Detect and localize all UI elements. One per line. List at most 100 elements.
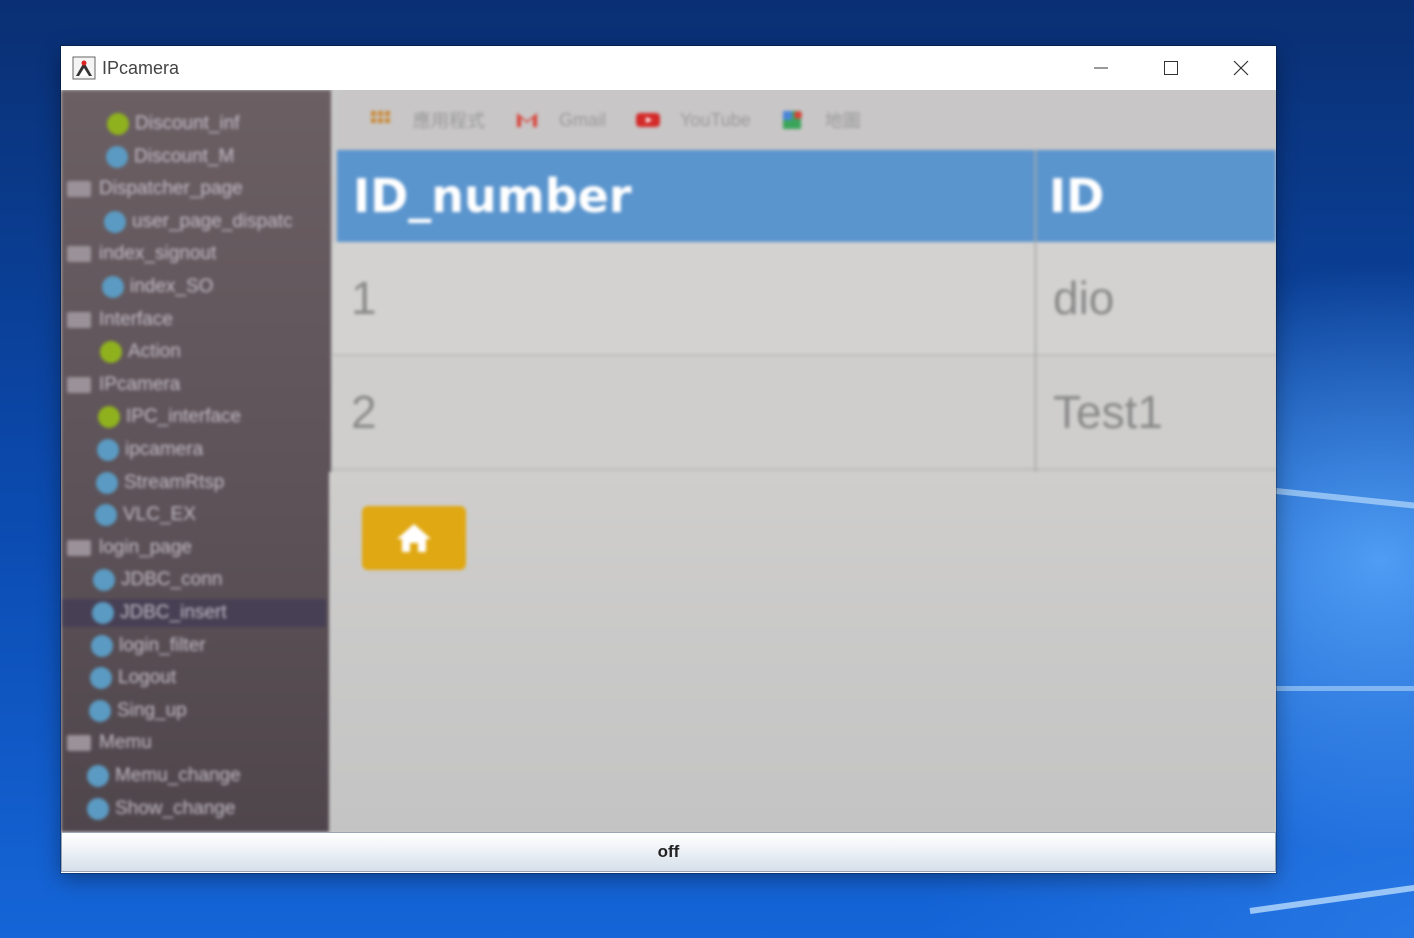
table-row: 1 dio bbox=[333, 242, 1276, 356]
bookmark-apps: 應用程式 bbox=[369, 107, 485, 133]
tree-item: user_page_dispatc bbox=[104, 208, 293, 236]
bookmark-youtube: YouTube bbox=[636, 110, 751, 131]
wallpaper-light-beam bbox=[1276, 686, 1414, 691]
apps-grid-icon bbox=[371, 111, 390, 123]
browser-bookmarks-bar: 應用程式 Gmail YouTube 地圖 bbox=[339, 90, 1276, 150]
folder-icon bbox=[67, 311, 91, 328]
tree-item: Memu bbox=[67, 729, 152, 757]
file-icon bbox=[93, 569, 115, 592]
table-row: 2 Test1 bbox=[333, 356, 1276, 470]
off-button[interactable]: off bbox=[61, 832, 1276, 872]
tree-item: ipcamera bbox=[97, 436, 203, 464]
tree-item: StreamRtsp bbox=[96, 469, 224, 497]
folder-icon bbox=[67, 735, 91, 752]
tree-item: login_filter bbox=[91, 632, 206, 660]
table-header: ID_number ID bbox=[337, 150, 1276, 242]
tree-item: Memu_change bbox=[87, 762, 241, 790]
gmail-icon bbox=[517, 113, 537, 127]
tree-item: Discount_inf bbox=[107, 110, 240, 138]
file-icon bbox=[100, 341, 122, 364]
file-icon bbox=[96, 471, 118, 494]
wallpaper-light-beam bbox=[1249, 884, 1414, 914]
tree-item: Show_change bbox=[87, 795, 235, 823]
ide-project-tree: Discount_inf Discount_M Dispatcher_pageuse… bbox=[61, 90, 331, 832]
file-icon bbox=[97, 439, 119, 461]
tree-item-label: index_SO bbox=[130, 276, 214, 297]
home-icon bbox=[397, 524, 431, 552]
file-icon bbox=[87, 765, 109, 787]
tree-item: Logout bbox=[90, 664, 176, 692]
file-icon bbox=[95, 504, 117, 527]
tree-item-label: user_page_dispatc bbox=[132, 210, 293, 232]
tree-item: Discount_M bbox=[106, 143, 234, 171]
folder-icon bbox=[67, 246, 91, 263]
table-cell: 1 bbox=[351, 272, 377, 324]
file-icon bbox=[87, 797, 109, 820]
tree-item-label: login_page bbox=[99, 536, 192, 558]
tree-item: Sing_up bbox=[89, 697, 187, 725]
tree-item-label: Memu_change bbox=[115, 765, 241, 786]
tree-item-label: Logout bbox=[118, 667, 177, 689]
tree-item-label: login_filter bbox=[119, 634, 206, 656]
file-icon bbox=[106, 145, 128, 168]
file-icon bbox=[91, 634, 113, 657]
ipcamera-window: IPcamera Discount_inf Discount_M Dispatche… bbox=[61, 46, 1276, 873]
tree-item: Action bbox=[100, 338, 181, 366]
tree-item: JDBC_conn bbox=[93, 566, 222, 594]
wallpaper-light-beam bbox=[1275, 488, 1414, 511]
bookmark-label: Gmail bbox=[559, 109, 607, 130]
title-bar[interactable]: IPcamera bbox=[61, 46, 1276, 90]
file-icon bbox=[89, 699, 111, 722]
tree-item-label: index_signout bbox=[99, 243, 217, 265]
tree-item-label: Memu bbox=[99, 732, 152, 754]
tree-item: index_SO bbox=[102, 273, 213, 301]
file-icon bbox=[90, 667, 112, 690]
file-icon bbox=[104, 210, 126, 233]
tree-item-label: Discount_M bbox=[134, 145, 235, 167]
bookmark-label: YouTube bbox=[680, 109, 751, 130]
tree-item-label: Show_change bbox=[115, 797, 236, 819]
column-divider bbox=[1034, 150, 1037, 472]
tree-item: JDBC_insert bbox=[61, 599, 326, 627]
table-cell: Test1 bbox=[1053, 386, 1163, 438]
maximize-button[interactable] bbox=[1136, 46, 1206, 90]
minimize-icon bbox=[1094, 67, 1108, 69]
bookmark-maps: 地圖 bbox=[781, 107, 861, 133]
camera-image: Discount_inf Discount_M Dispatcher_pageuse… bbox=[61, 90, 1276, 832]
minimize-button[interactable] bbox=[1066, 46, 1136, 90]
webpage-background bbox=[329, 472, 1276, 832]
tree-item-label: IPcamera bbox=[99, 373, 181, 395]
tree-item: Dispatcher_page bbox=[67, 175, 243, 203]
window-title: IPcamera bbox=[102, 57, 180, 78]
folder-icon bbox=[67, 181, 91, 198]
table-cell: 2 bbox=[351, 386, 377, 438]
tree-item-label: JDBC_insert bbox=[120, 602, 227, 623]
tree-item-label: Dispatcher_page bbox=[99, 178, 243, 200]
column-header-id: ID bbox=[1049, 169, 1105, 223]
java-duke-icon bbox=[72, 56, 96, 80]
tree-item: index_signout bbox=[67, 240, 216, 268]
folder-icon bbox=[67, 539, 91, 556]
tree-item-label: Discount_inf bbox=[135, 113, 240, 134]
tree-item: IPC_interface bbox=[98, 403, 241, 431]
file-icon bbox=[98, 406, 120, 429]
bookmark-label: 應用程式 bbox=[413, 111, 485, 131]
tree-item-label: Sing_up bbox=[117, 699, 187, 721]
bookmark-label: 地圖 bbox=[824, 111, 861, 131]
tree-item-label: ipcamera bbox=[125, 439, 204, 460]
close-button[interactable] bbox=[1206, 46, 1276, 90]
table-cell: dio bbox=[1053, 272, 1115, 324]
bookmark-gmail: Gmail bbox=[515, 110, 606, 131]
tree-item-label: VLC_EX bbox=[123, 504, 196, 526]
youtube-icon bbox=[636, 113, 661, 127]
file-icon bbox=[107, 113, 129, 135]
tree-item-label: IPC_interface bbox=[126, 406, 242, 428]
folder-icon bbox=[67, 376, 91, 393]
home-button-in-feed bbox=[362, 506, 466, 570]
file-icon bbox=[102, 276, 124, 298]
tree-item: IPcamera bbox=[67, 371, 180, 399]
tree-item-label: Action bbox=[128, 341, 181, 363]
tree-item: login_page bbox=[67, 534, 192, 562]
file-icon bbox=[92, 602, 114, 624]
tree-item-label: JDBC_conn bbox=[121, 569, 223, 591]
